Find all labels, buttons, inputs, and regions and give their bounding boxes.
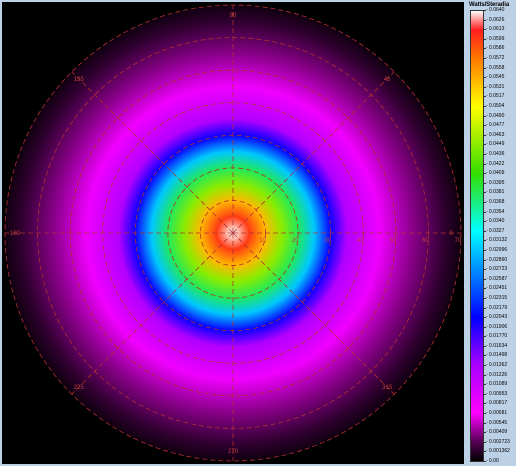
- colorbar-tick-label: - 0.0517: [486, 93, 505, 100]
- radial-tick-label: 20: [292, 238, 299, 244]
- angle-label: 270: [228, 449, 239, 455]
- colorbar-tick-label: - 0.00409: [486, 429, 508, 436]
- radial-tick-label: 40: [357, 238, 364, 244]
- colorbar-tick-label: - 0.002723: [486, 438, 510, 445]
- colorbar-tick-label: - 0.02451: [486, 285, 508, 292]
- angle-label: 315: [382, 385, 393, 391]
- colorbar-tick-label: - 0.0409: [486, 170, 505, 177]
- colorbar-tick-label: - 0.02860: [486, 256, 508, 263]
- radial-tick-label: 50: [390, 238, 397, 244]
- colorbar-tick-label: - 0.0368: [486, 198, 505, 205]
- polar-plot-area: 10 20 30 40 50 60 70 0 45 90 135 180 225 270 315: [2, 2, 464, 464]
- colorbar-tick-label: - 0.00: [486, 458, 499, 464]
- colorbar-tick-label: - 0.0354: [486, 208, 505, 215]
- colorbar-tick-label: - 0.02315: [486, 294, 508, 301]
- colorbar-tick-label: - 0.0463: [486, 131, 505, 138]
- colorbar-tick-label: - 0.00545: [486, 419, 508, 426]
- colorbar-tick-label: - 0.02996: [486, 246, 508, 253]
- colorbar-tick-label: - 0.0436: [486, 150, 505, 157]
- colorbar-tick-label: - 0.0599: [486, 35, 505, 42]
- colorbar-tick-label: - 0.0340: [486, 218, 505, 225]
- colorbar-tick-label: - 0.0477: [486, 122, 505, 129]
- colorbar-tick-label: - 0.0626: [486, 16, 505, 23]
- colorbar-tick-label: - 0.0381: [486, 189, 505, 196]
- colorbar-tick-label: - 0.0327: [486, 227, 505, 234]
- colorbar-strip: [470, 10, 484, 462]
- colorbar-tick-label: - 0.02043: [486, 314, 508, 321]
- colorbar-tick-label: - 0.02723: [486, 266, 508, 273]
- colorbar-tick-label: - 0.0613: [486, 26, 505, 33]
- colorbar-tick-label: - 0.0504: [486, 103, 505, 109]
- colorbar-tick-label: - 0.00953: [486, 390, 508, 397]
- colorbar-tick-label: - 0.01089: [486, 381, 508, 388]
- colorbar-tick-label: - 0.0422: [486, 160, 505, 167]
- colorbar-tick-label: - 0.01498: [486, 352, 508, 359]
- colorbar-tick-label: - 0.0545: [486, 74, 505, 81]
- colorbar-tick-label: - 0.0586: [486, 45, 505, 52]
- radial-tick-label: 60: [422, 238, 429, 244]
- angle-label: 225: [74, 385, 85, 391]
- colorbar-tick-label: - 0.01362: [486, 362, 508, 368]
- angle-label: 180: [10, 231, 21, 237]
- colorbar-tick-label: - 0.01906: [486, 323, 508, 330]
- colorbar-tick-label: - 0.01770: [486, 333, 508, 340]
- colorbar-tick-label: - 0.00681: [486, 410, 508, 416]
- colorbar-tick-label: - 0.0531: [486, 83, 505, 90]
- angle-label: 45: [384, 77, 391, 83]
- colorbar-tick-label: - 0.0490: [486, 112, 505, 119]
- angle-label: 90: [230, 13, 237, 19]
- colorbar-tick-label: - 0.01226: [486, 371, 508, 378]
- colorbar-tick-label: - 0.001362: [486, 448, 510, 455]
- colorbar: Watts/Steradia - 0.0640- 0.0626- 0.0613-…: [468, 2, 514, 464]
- colorbar-tick-label: - 0.03132: [486, 237, 508, 244]
- colorbar-tick-label: - 0.0572: [486, 55, 505, 61]
- colorbar-tick-label: - 0.0640: [486, 7, 505, 13]
- colorbar-tick-label: - 0.0449: [486, 141, 505, 148]
- radial-tick-label: 30: [324, 238, 331, 244]
- radial-tick-label: 10: [259, 238, 266, 244]
- colorbar-tick-label: - 0.0395: [486, 179, 505, 186]
- colorbar-tick-label: - 0.0558: [486, 64, 505, 71]
- radial-tick-label: 70: [455, 238, 462, 244]
- colorbar-tick-label: - 0.01634: [486, 342, 508, 349]
- colorbar-tick-label: - 0.02587: [486, 275, 508, 282]
- colorbar-tick-label: - 0.02179: [486, 304, 508, 311]
- colorbar-tick-label: - 0.00817: [486, 400, 508, 407]
- polar-heatmap: 10 20 30 40 50 60 70 04590135180225270315: [4, 4, 462, 462]
- angle-label: 135: [74, 77, 85, 83]
